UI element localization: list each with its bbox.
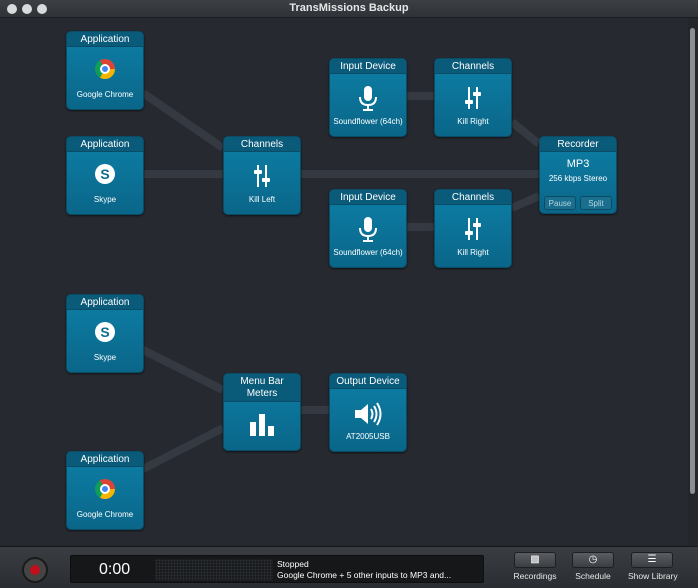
recorder-quality: 256 kbps Stereo — [548, 174, 608, 183]
recordings-label: Recordings — [513, 571, 557, 581]
status-text: Stopped Google Chrome + 5 other inputs t… — [277, 559, 451, 581]
split-button[interactable]: Split — [580, 196, 612, 210]
window-title: TransMissions Backup — [289, 2, 409, 14]
node-label: Skype — [93, 195, 117, 204]
node-application-skype-2[interactable]: Application S Skype — [66, 294, 144, 373]
node-label: Soundflower (64ch) — [333, 248, 403, 257]
chrome-icon — [95, 59, 115, 79]
sliders-icon — [465, 87, 481, 109]
title-bar: TransMissions Backup — [0, 0, 698, 18]
node-channels-kill-left[interactable]: Channels Kill Left — [223, 136, 301, 215]
node-header: Application — [67, 137, 143, 152]
routing-canvas[interactable]: Application Google Chrome Application S … — [0, 18, 688, 546]
node-output-device[interactable]: Output Device AT2005USB — [329, 373, 407, 452]
microphone-icon — [359, 217, 377, 242]
node-label: Soundflower (64ch) — [333, 117, 403, 126]
node-header: Output Device — [330, 374, 406, 389]
microphone-icon — [359, 86, 377, 111]
recordings-button[interactable]: ▩ Recordings — [513, 552, 557, 588]
schedule-button[interactable]: ◷ Schedule — [571, 552, 615, 588]
pause-button[interactable]: Pause — [544, 196, 576, 210]
status-detail: Google Chrome + 5 other inputs to MP3 an… — [277, 570, 452, 580]
level-meter — [155, 559, 273, 581]
node-header-line1: Menu Bar — [240, 376, 284, 387]
node-header: Application — [67, 32, 143, 47]
wire-channels-to-recorder-bottom — [510, 192, 541, 212]
node-channels-kill-right-2[interactable]: Channels Kill Right — [434, 189, 512, 268]
sliders-icon — [465, 218, 481, 240]
show-library-label: Show Library — [628, 571, 678, 581]
show-library-button[interactable]: ☰ Show Library — [628, 552, 678, 588]
app-window: TransMissions Backup Application Google … — [0, 0, 698, 588]
scrollbar-thumb[interactable] — [690, 28, 695, 494]
speaker-icon — [355, 402, 382, 426]
status-title: Stopped — [277, 559, 309, 569]
recordings-icon: ▩ — [514, 552, 556, 568]
node-header: Menu Bar Meters — [224, 374, 300, 402]
wire-chrome-to-meters — [141, 424, 225, 473]
node-input-device-1[interactable]: Input Device Soundflower (64ch) — [329, 58, 407, 137]
skype-icon: S — [95, 164, 115, 184]
elapsed-time: 0:00 — [99, 561, 131, 578]
node-label: Skype — [93, 353, 117, 362]
node-label: Google Chrome — [76, 90, 134, 99]
node-input-device-2[interactable]: Input Device Soundflower (64ch) — [329, 189, 407, 268]
wire-channels-to-recorder-top — [509, 118, 542, 148]
node-menu-bar-meters[interactable]: Menu Bar Meters — [223, 373, 301, 451]
list-icon: ☰ — [631, 552, 673, 568]
node-label: AT2005USB — [346, 432, 390, 441]
recorder-format: MP3 — [566, 158, 590, 170]
record-button[interactable] — [22, 557, 48, 583]
skype-icon: S — [95, 322, 115, 342]
node-header: Application — [67, 295, 143, 310]
node-application-chrome-2[interactable]: Application Google Chrome — [66, 451, 144, 530]
node-label: Kill Right — [457, 248, 489, 257]
wire-chrome-to-channels — [140, 89, 226, 152]
sliders-icon — [254, 165, 270, 187]
status-display: 0:00 Stopped Google Chrome + 5 other inp… — [70, 555, 484, 583]
node-header: Input Device — [330, 190, 406, 205]
schedule-label: Schedule — [575, 571, 611, 581]
node-header-line2: Meters — [246, 388, 278, 399]
node-header: Channels — [435, 190, 511, 205]
node-application-chrome[interactable]: Application Google Chrome — [66, 31, 144, 110]
bar-meters-icon — [250, 414, 274, 436]
node-recorder[interactable]: Recorder MP3 256 kbps Stereo Pause Split — [539, 136, 617, 214]
wire-skype-to-meters — [141, 346, 225, 394]
node-header: Recorder — [540, 137, 616, 152]
node-channels-kill-right-1[interactable]: Channels Kill Right — [434, 58, 512, 137]
node-header: Input Device — [330, 59, 406, 74]
chrome-icon — [95, 479, 115, 499]
node-header: Application — [67, 452, 143, 467]
node-header: Channels — [224, 137, 300, 152]
bottom-toolbar: 0:00 Stopped Google Chrome + 5 other inp… — [0, 546, 698, 588]
node-application-skype[interactable]: Application S Skype — [66, 136, 144, 215]
node-label: Kill Left — [248, 195, 276, 204]
node-label: Google Chrome — [76, 510, 134, 519]
node-header: Channels — [435, 59, 511, 74]
node-label: Kill Right — [457, 117, 489, 126]
clock-icon: ◷ — [572, 552, 614, 568]
